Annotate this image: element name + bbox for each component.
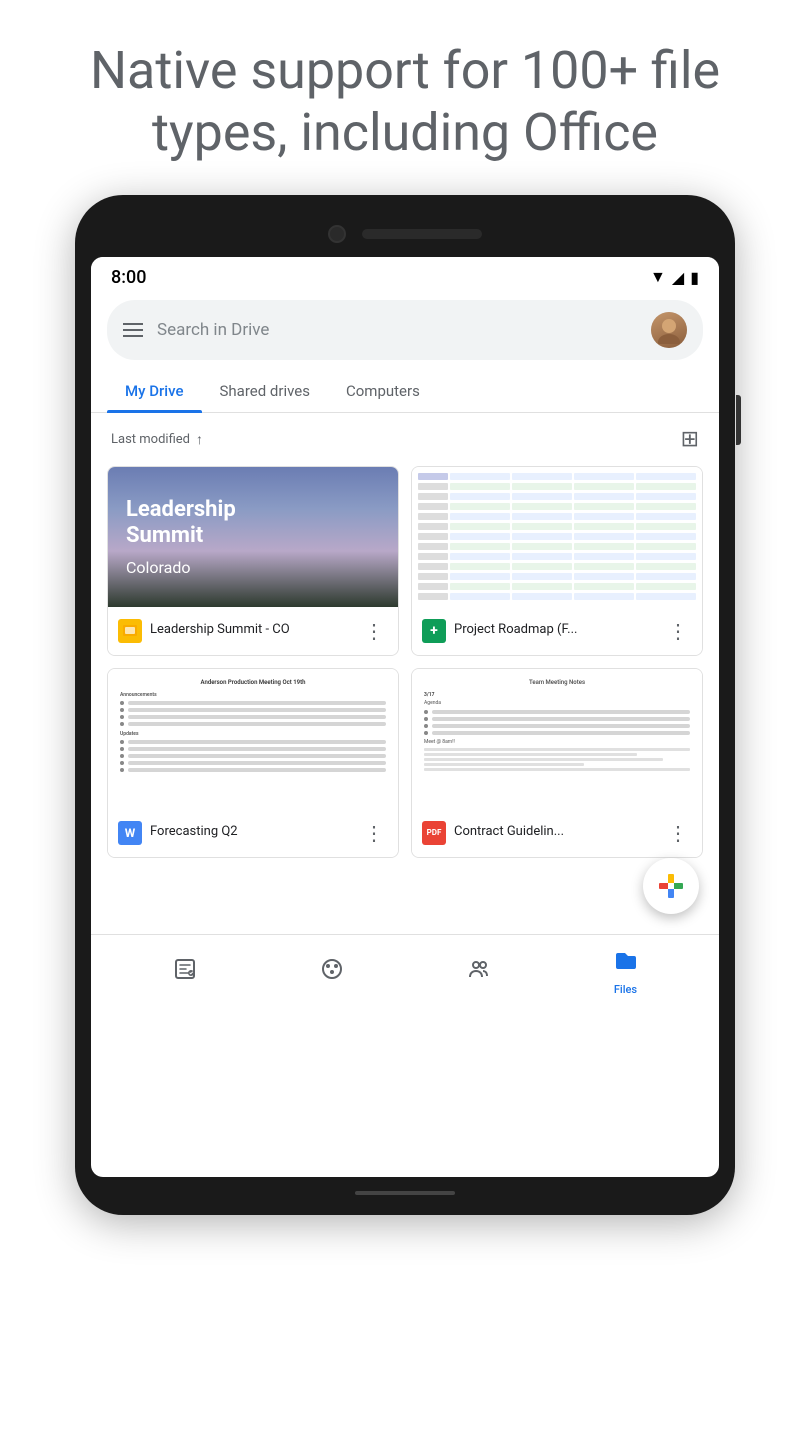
thumbnail-spreadsheet <box>412 467 702 607</box>
fab-button[interactable] <box>643 858 699 914</box>
file-card-roadmap[interactable]: + Project Roadmap (F... ⋮ <box>411 466 703 656</box>
tab-my-drive[interactable]: My Drive <box>107 370 202 412</box>
headline-line1: Native support for 100+ file <box>90 40 720 101</box>
thumbnail-notes: Team Meeting Notes 3/17 Agenda Meet @ 8a… <box>412 669 702 809</box>
home-bar <box>355 1191 455 1195</box>
file-more-forecasting[interactable]: ⋮ <box>360 819 388 847</box>
recents-icon <box>320 957 344 987</box>
signal-icon: ◢ <box>672 268 684 287</box>
pdf-icon: PDF <box>422 821 446 845</box>
files-nav-label: Files <box>614 983 637 996</box>
file-name-contract: Contract Guidelin... <box>454 824 656 841</box>
nav-suggested[interactable] <box>173 957 197 987</box>
file-name-forecasting: Forecasting Q2 <box>150 824 352 841</box>
sort-arrow-icon: ↑ <box>196 431 203 448</box>
file-thumbnail-contract: Team Meeting Notes 3/17 Agenda Meet @ 8a… <box>412 669 702 809</box>
status-time: 8:00 <box>111 267 146 288</box>
files-icon <box>614 949 638 979</box>
file-grid: LeadershipSummit Colorado Leadership Sum… <box>91 466 719 874</box>
search-input-placeholder[interactable]: Search in Drive <box>157 320 637 340</box>
fab-plus-icon <box>659 874 683 898</box>
page-headline: Native support for 100+ file types, incl… <box>30 0 780 195</box>
file-card-forecasting[interactable]: Anderson Production Meeting Oct 19th Ann… <box>107 668 399 858</box>
phone-bottom <box>91 1191 719 1195</box>
speaker <box>362 229 482 239</box>
suggested-icon <box>173 957 197 987</box>
thumbnail-title-sub: Colorado <box>126 558 191 577</box>
thumbnail-doc: Anderson Production Meeting Oct 19th Ann… <box>108 669 398 809</box>
phone-shell: 8:00 ▼ ◢ ▮ Search in Drive <box>75 195 735 1215</box>
file-thumbnail-roadmap <box>412 467 702 607</box>
camera <box>328 225 346 243</box>
docs-icon: W <box>118 821 142 845</box>
search-bar[interactable]: Search in Drive <box>107 300 703 360</box>
file-info-forecasting: W Forecasting Q2 ⋮ <box>108 809 398 857</box>
file-name-roadmap: Project Roadmap (F... <box>454 622 656 639</box>
nav-recents[interactable] <box>320 957 344 987</box>
headline-line2: types, including Office <box>152 102 658 163</box>
status-icons: ▼ ◢ ▮ <box>650 267 699 287</box>
wifi-icon: ▼ <box>650 267 666 287</box>
shared-icon <box>467 957 491 987</box>
thumbnail-leadership-bg: LeadershipSummit Colorado <box>108 467 398 607</box>
side-button <box>736 395 741 445</box>
view-toggle-icon[interactable]: ⊞ <box>681 427 699 452</box>
sort-label-text: Last modified <box>111 432 190 447</box>
phone-top <box>91 225 719 243</box>
file-info-contract: PDF Contract Guidelin... ⋮ <box>412 809 702 857</box>
avatar-image <box>651 312 687 348</box>
tab-computers[interactable]: Computers <box>328 370 438 412</box>
tab-shared-drives[interactable]: Shared drives <box>202 370 328 412</box>
hamburger-menu-icon[interactable] <box>123 323 143 337</box>
nav-files[interactable]: Files <box>614 949 638 996</box>
file-card-leadership[interactable]: LeadershipSummit Colorado Leadership Sum… <box>107 466 399 656</box>
avatar-person-icon <box>655 316 683 344</box>
file-more-roadmap[interactable]: ⋮ <box>664 617 692 645</box>
sort-button[interactable]: Last modified ↑ <box>111 431 203 448</box>
file-more-leadership[interactable]: ⋮ <box>360 617 388 645</box>
file-info-roadmap: + Project Roadmap (F... ⋮ <box>412 607 702 655</box>
status-bar: 8:00 ▼ ◢ ▮ <box>91 257 719 294</box>
tab-bar: My Drive Shared drives Computers <box>91 370 719 413</box>
slides-icon <box>118 619 142 643</box>
phone-screen: 8:00 ▼ ◢ ▮ Search in Drive <box>91 257 719 1177</box>
file-thumbnail-forecasting: Anderson Production Meeting Oct 19th Ann… <box>108 669 398 809</box>
file-card-contract[interactable]: Team Meeting Notes 3/17 Agenda Meet @ 8a… <box>411 668 703 858</box>
battery-icon: ▮ <box>690 268 699 287</box>
file-info-leadership: Leadership Summit - CO ⋮ <box>108 607 398 655</box>
sheets-icon: + <box>422 619 446 643</box>
bottom-nav: Files <box>91 934 719 1006</box>
thumbnail-title-main: LeadershipSummit <box>126 497 236 550</box>
avatar[interactable] <box>651 312 687 348</box>
sort-bar: Last modified ↑ ⊞ <box>91 413 719 466</box>
file-more-contract[interactable]: ⋮ <box>664 819 692 847</box>
file-name-leadership: Leadership Summit - CO <box>150 622 352 639</box>
file-thumbnail-leadership: LeadershipSummit Colorado <box>108 467 398 607</box>
nav-shared[interactable] <box>467 957 491 987</box>
